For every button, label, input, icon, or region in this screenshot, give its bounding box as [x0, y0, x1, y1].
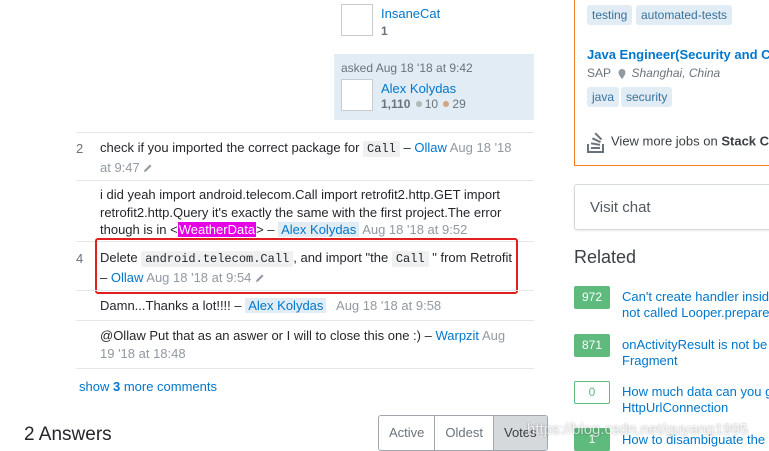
- comment-time[interactable]: Aug: [482, 328, 505, 343]
- comment-time[interactable]: Aug 18 '18 at 9:52: [362, 222, 467, 237]
- watermark: https://blog.csdn.net/guyang1995: [527, 421, 749, 438]
- asker-name[interactable]: Alex Kolydas: [381, 81, 456, 96]
- asker-avatar[interactable]: [341, 79, 373, 111]
- comment-user[interactable]: Alex Kolydas: [278, 222, 360, 237]
- asker-bronze: 29: [452, 97, 466, 111]
- code-snippet: Call: [363, 141, 400, 157]
- tab-oldest[interactable]: Oldest: [435, 416, 494, 450]
- related-title: Related: [574, 247, 637, 267]
- job-company: SAP: [587, 66, 611, 80]
- annotation-box: [95, 238, 518, 294]
- related-score: 972: [574, 286, 610, 309]
- comment-text-line3-end: > –: [256, 222, 275, 237]
- silver-badge-icon: [415, 101, 422, 108]
- visit-chat-label: Visit chat: [590, 199, 651, 216]
- related-line2: HttpUrlConnection: [622, 400, 729, 415]
- job-tag-security[interactable]: security: [621, 87, 673, 107]
- related-line1: Can't create handler insid: [622, 289, 769, 304]
- comment-time[interactable]: Aug 18 '18: [450, 140, 512, 155]
- comment-time-cont[interactable]: 19 '18 at 18:48: [100, 346, 186, 361]
- show-more-comments-link[interactable]: show 3 more comments: [79, 379, 217, 394]
- related-line1: onActivityResult is not be: [622, 337, 768, 352]
- related-line2: Fragment: [622, 353, 678, 368]
- editor-avatar[interactable]: [341, 4, 373, 36]
- comment-score: 4: [76, 251, 84, 266]
- answer-sort-tabs: Active Oldest Votes: [378, 415, 548, 451]
- show-more-post: more comments: [120, 379, 218, 394]
- comment-text-line2: retrofit2.http.Query it's exactly the sa…: [100, 204, 502, 220]
- edit-pencil-icon[interactable]: [143, 163, 153, 173]
- related-link-1[interactable]: Can't create handler insid not called Lo…: [622, 289, 769, 321]
- job-tag-java[interactable]: java: [587, 87, 620, 107]
- job-tag-automated-tests[interactable]: automated-tests: [636, 5, 733, 25]
- asker-silver: 10: [424, 97, 439, 111]
- view-more-text: View more jobs on: [611, 133, 718, 149]
- job-tag-testing[interactable]: testing: [587, 5, 633, 25]
- related-score: 0: [574, 381, 610, 404]
- editor-rep: 1: [381, 24, 388, 38]
- comment-4: Damn...Thanks a lot!!!! – Alex Kolydas A…: [100, 297, 520, 315]
- comment-text-line1: i did yeah import android.telecom.Call i…: [100, 187, 501, 202]
- bronze-badge-icon: [443, 101, 450, 108]
- comment-user[interactable]: Ollaw: [414, 140, 447, 155]
- answers-title: 2 Answers: [24, 424, 112, 445]
- visit-chat-button[interactable]: Visit chat: [574, 184, 769, 230]
- comment-divider: [76, 320, 534, 321]
- location-pin-icon: [618, 68, 626, 79]
- comment-divider: [76, 368, 534, 369]
- view-more-site: Stack C: [721, 133, 769, 149]
- comment-text-line3: though is in <: [100, 222, 178, 237]
- related-link-3[interactable]: How much data can you g HttpUrlConnectio…: [622, 384, 769, 416]
- asked-time: asked Aug 18 '18 at 9:42: [341, 61, 473, 75]
- comment-score: 2: [76, 141, 84, 156]
- asker-stats: 1,110 10 29: [381, 97, 466, 111]
- show-more-pre: show: [79, 379, 113, 394]
- comment-1: check if you imported the correct packag…: [100, 139, 520, 176]
- tab-active[interactable]: Active: [379, 416, 436, 450]
- comment-text: Damn...Thanks a lot!!!! –: [100, 298, 242, 313]
- comment-divider: [76, 180, 534, 181]
- comment-text: check if you imported the correct packag…: [100, 140, 360, 155]
- asker-rep: 1,110: [381, 97, 411, 111]
- related-line2: not called Looper.preparei: [622, 305, 769, 320]
- comment-user[interactable]: Warpzit: [435, 328, 479, 343]
- job-meta: SAP Shanghai, China: [587, 66, 720, 80]
- job-title-link[interactable]: Java Engineer(Security and C: [587, 47, 769, 62]
- comment-dash: –: [403, 140, 411, 155]
- comment-time-cont[interactable]: at 9:47: [100, 160, 140, 175]
- related-score: 871: [574, 334, 610, 357]
- comment-time[interactable]: Aug 18 '18 at 9:58: [336, 298, 441, 313]
- comment-user[interactable]: Alex Kolydas: [245, 298, 327, 313]
- view-more-jobs-link[interactable]: View more jobs on Stack C: [587, 131, 769, 153]
- related-line1: How much data can you g: [622, 384, 769, 399]
- job-location: Shanghai, China: [631, 66, 721, 80]
- comment-5: @Ollaw Put that as an aswer or I will to…: [100, 327, 520, 362]
- stack-overflow-icon: [587, 132, 604, 153]
- highlighted-text: WeatherData: [177, 222, 257, 237]
- comment-divider: [76, 132, 534, 133]
- comment-text: @Ollaw Put that as an aswer or I will to…: [100, 328, 432, 343]
- comment-2: i did yeah import android.telecom.Call i…: [100, 186, 520, 239]
- related-link-2[interactable]: onActivityResult is not be Fragment: [622, 337, 767, 369]
- editor-name[interactable]: InsaneCat: [381, 6, 440, 21]
- comment-divider: [76, 290, 534, 291]
